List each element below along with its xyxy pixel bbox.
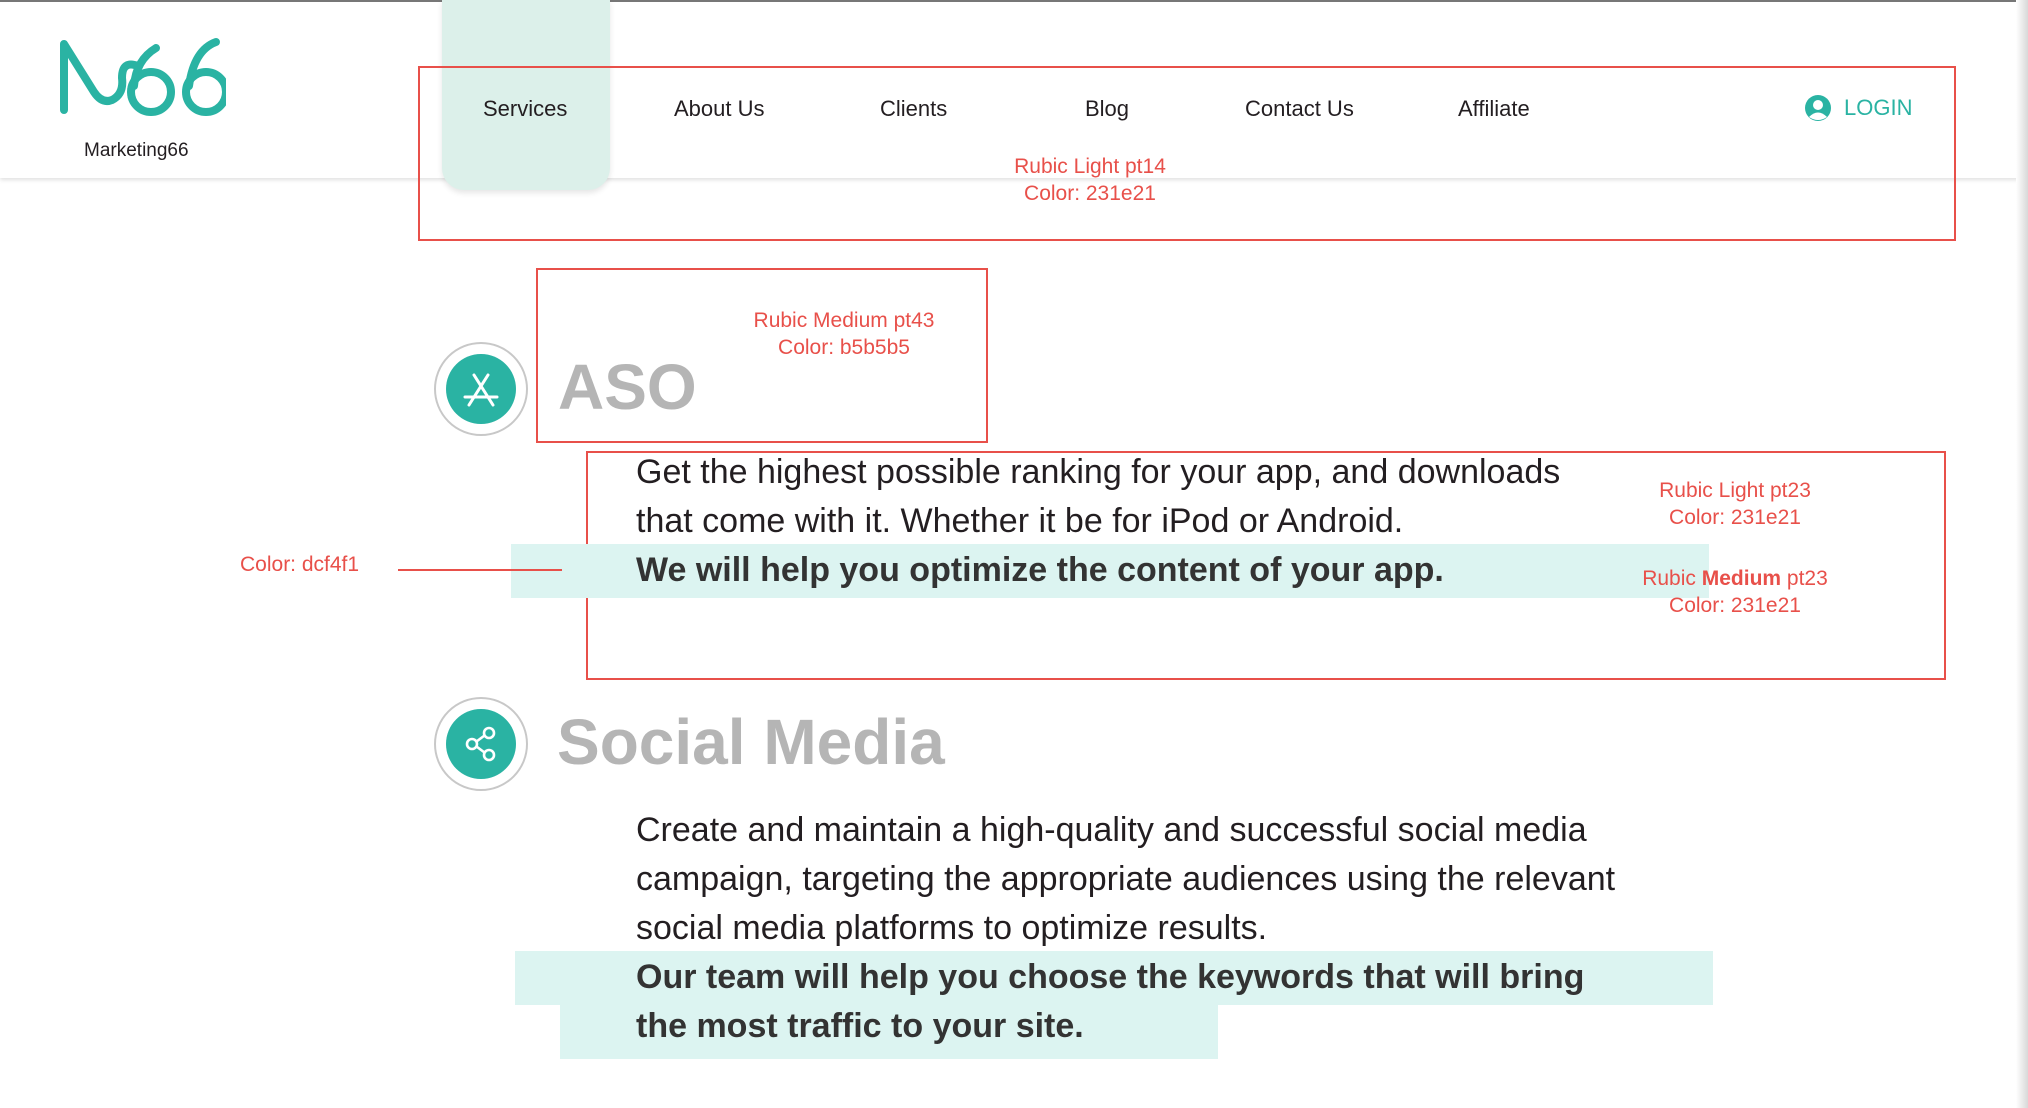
aso-description-line-2: that come with it. Whether it be for iPo… [636, 502, 1404, 540]
annotation-body-text: Rubic Light pt23 Color: 231e21 [1630, 477, 1840, 531]
share-icon [465, 726, 496, 762]
annotation-highlight-label: Color: dcf4f1 [240, 553, 360, 576]
annotation-nav-color: Color: 231e21 [1024, 182, 1156, 205]
annotation-body-bold-text: Rubic Medium pt23 Color: 231e21 [1620, 565, 1850, 619]
social-description-line-1: Create and maintain a high-quality and s… [636, 811, 1587, 849]
annotation-bold-font-size: pt23 [1781, 567, 1828, 590]
annotation-title-font: Rubic Medium pt43 [753, 309, 935, 332]
social-description-line-2: campaign, targeting the appropriate audi… [636, 860, 1616, 898]
window-top-border [0, 0, 2028, 2]
annotation-title-color: Color: b5b5b5 [778, 336, 910, 359]
annotation-nav-text: Rubic Light pt14 Color: 231e21 [990, 153, 1190, 207]
annotation-body-bold-font: Rubic Medium pt23 [1620, 565, 1850, 592]
aso-section-icon [434, 342, 528, 436]
annotation-title-text: Rubic Medium pt43 Color: b5b5b5 [740, 307, 948, 361]
window-scrollbar-edge [2016, 0, 2028, 1108]
annotation-body-bold-color: Color: 231e21 [1669, 594, 1801, 617]
brand-name: Marketing66 [84, 140, 189, 161]
social-highlight-text-2: the most traffic to your site. [636, 1007, 1084, 1045]
aso-highlight-text: We will help you optimize the content of… [636, 551, 1444, 589]
social-description-line-3: social media platforms to optimize resul… [636, 909, 1268, 947]
annotation-highlight-pointer [398, 569, 562, 571]
social-highlight-text-1: Our team will help you choose the keywor… [636, 958, 1585, 996]
social-media-section-icon [434, 697, 528, 791]
annotation-bold-font-weight: Medium [1701, 567, 1782, 590]
brand-logo[interactable]: Marketing66 [56, 30, 226, 170]
annotation-body-font: Rubic Light pt23 [1659, 479, 1811, 502]
annotation-nav-font: Rubic Light pt14 [1014, 155, 1166, 178]
aso-title: ASO [558, 351, 697, 423]
m66-logo-icon [60, 38, 226, 116]
app-store-icon [463, 373, 499, 407]
annotation-body-color: Color: 231e21 [1669, 506, 1801, 529]
social-media-title: Social Media [557, 706, 945, 778]
annotation-bold-font-prefix: Rubic [1642, 567, 1702, 590]
aso-description-line-1: Get the highest possible ranking for you… [636, 453, 1561, 491]
